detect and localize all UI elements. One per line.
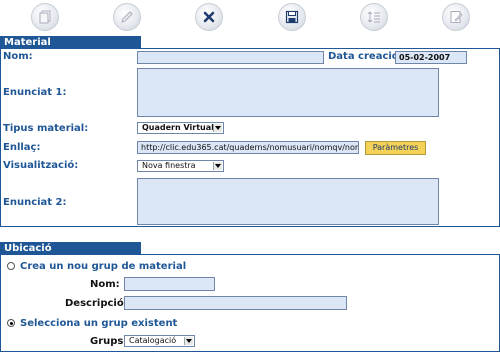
radio-new-group[interactable] xyxy=(7,262,15,270)
grups-value: Catalogació xyxy=(129,336,177,345)
save-button[interactable] xyxy=(278,3,306,31)
enunciat2-textarea[interactable] xyxy=(137,178,439,225)
parametres-button[interactable]: Paràmetres xyxy=(365,141,426,155)
chevron-down-icon xyxy=(213,124,222,132)
tipus-material-value: Quadern Virtual xyxy=(142,123,214,132)
toolbar xyxy=(0,0,500,34)
nom-label: Nom: xyxy=(3,51,33,62)
ubicacio-section-title: Ubicació xyxy=(0,242,141,255)
radio-existing-group[interactable] xyxy=(7,319,15,327)
properties-button[interactable] xyxy=(442,3,470,31)
chevron-down-icon xyxy=(213,162,222,170)
group-descripcio-label: Descripció: xyxy=(65,298,128,309)
close-x-icon xyxy=(203,11,215,23)
grups-select[interactable]: Catalogació xyxy=(124,335,195,347)
option-new-group-label: Crea un nou grup de material xyxy=(20,261,187,272)
enllac-label: Enllaç: xyxy=(3,142,41,153)
visualitzacio-select[interactable]: Nova finestra xyxy=(137,160,224,172)
enunciat2-label: Enunciat 2: xyxy=(3,197,67,208)
group-descripcio-input[interactable] xyxy=(124,296,347,310)
floppy-disk-icon xyxy=(285,10,299,24)
nom-input[interactable] xyxy=(137,51,324,64)
data-creacio-label: Data creació: xyxy=(328,51,403,62)
grups-label: Grups: xyxy=(90,336,128,347)
enunciat1-label: Enunciat 1: xyxy=(3,87,67,98)
tipus-material-label: Tipus material: xyxy=(3,123,89,134)
chevron-down-icon xyxy=(184,337,193,345)
visualitzacio-label: Visualització: xyxy=(3,160,79,171)
sort-icon xyxy=(367,11,380,23)
visualitzacio-value: Nova finestra xyxy=(142,161,196,170)
document-edit-icon xyxy=(450,11,463,23)
enunciat1-textarea[interactable] xyxy=(137,68,439,117)
data-creacio-field: 05-02-2007 xyxy=(395,51,467,64)
option-existing-group-label: Selecciona un grup existent xyxy=(20,318,178,329)
delete-button[interactable] xyxy=(195,3,223,31)
copy-button[interactable] xyxy=(31,3,59,31)
edit-button[interactable] xyxy=(113,3,141,31)
material-section-title: Material xyxy=(0,36,141,49)
copy-icon xyxy=(39,10,51,24)
group-nom-label: Nom: xyxy=(90,279,120,290)
enllac-input[interactable] xyxy=(137,141,359,154)
group-nom-input[interactable] xyxy=(124,277,215,291)
sort-button[interactable] xyxy=(360,3,388,31)
pencil-icon xyxy=(121,11,133,23)
tipus-material-select[interactable]: Quadern Virtual xyxy=(137,122,224,134)
